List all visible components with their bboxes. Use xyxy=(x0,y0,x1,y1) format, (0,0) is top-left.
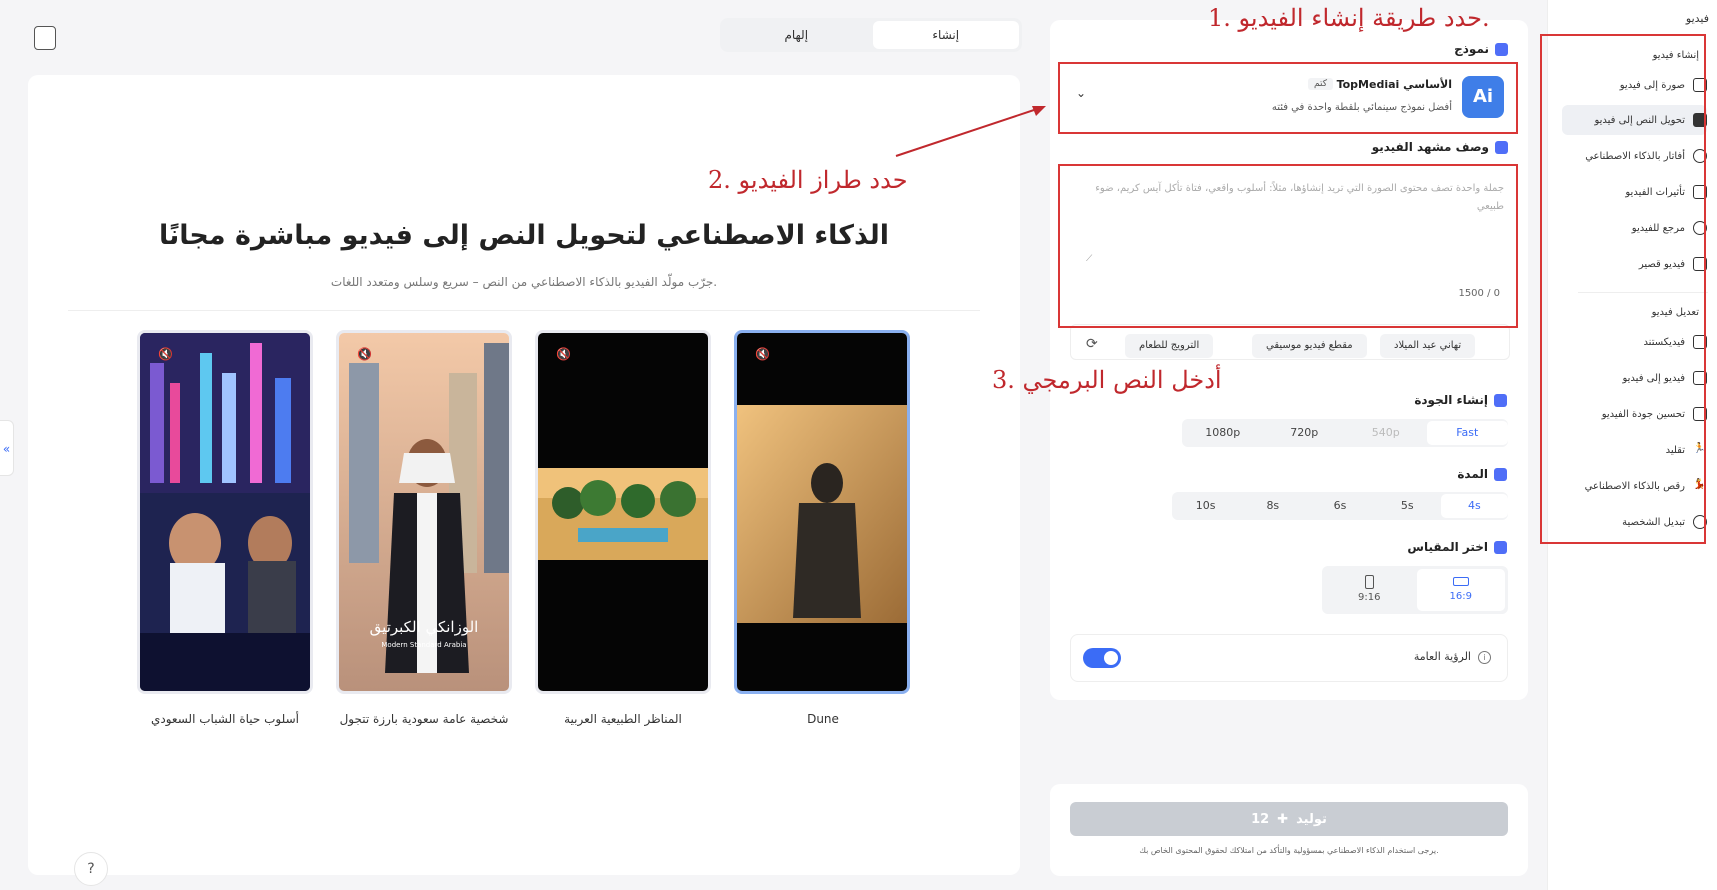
card-label: أسلوب حياة الشباب السعودي xyxy=(151,712,299,726)
tab-create[interactable]: إنشاء xyxy=(872,21,1019,49)
tab-inspiration[interactable]: إلهام xyxy=(723,21,870,49)
ratio-16-9[interactable]: 16:9 xyxy=(1416,569,1505,611)
visibility-label: الرؤية العامة xyxy=(1413,650,1471,663)
annotation-step2: 2. حدد طراز الفيديو xyxy=(708,166,908,194)
mute-icon[interactable]: 🔇 xyxy=(556,347,572,361)
duration-10s[interactable]: 10s xyxy=(1172,494,1239,518)
visibility-row: الرؤية العامة i xyxy=(1070,634,1508,682)
card-overlay-subtitle: Modern Standard Arabia xyxy=(381,641,467,649)
clock-icon xyxy=(1494,467,1507,481)
quality-1080p[interactable]: 1080p xyxy=(1182,421,1264,445)
visibility-toggle[interactable] xyxy=(1083,648,1121,668)
example-card-dune[interactable]: 🔇 xyxy=(734,330,910,694)
sidebar-header: فيديو xyxy=(1685,12,1709,25)
hero-subtitle: جرّب مولّد الفيديو بالذكاء الاصطناعي من … xyxy=(330,275,718,289)
quality-section-title: إنشاء الجودة xyxy=(1414,393,1507,407)
highlight-model xyxy=(1058,62,1518,134)
ratio-9-16[interactable]: 9:16 xyxy=(1325,569,1414,611)
annotation-arrow xyxy=(895,106,1046,157)
disclaimer: يرجى استخدام الذكاء الاصطناعي بمسؤولية و… xyxy=(1139,846,1439,855)
help-icon[interactable]: ? xyxy=(74,852,108,886)
generate-button[interactable]: 12 ✚ توليد xyxy=(1070,802,1508,836)
duration-6s[interactable]: 6s xyxy=(1306,494,1373,518)
divider xyxy=(68,310,980,311)
quality-720p[interactable]: 720p xyxy=(1264,421,1346,445)
example-card-public-figure[interactable]: الوزانكي الكبرتيق Modern Standard Arabia… xyxy=(336,330,512,694)
card-overlay-title: الوزانكي الكبرتيق xyxy=(369,618,479,636)
duration-8s[interactable]: 8s xyxy=(1239,494,1306,518)
duration-segmented: 10s 8s 6s 5s 4s xyxy=(1172,492,1509,520)
generate-panel: 12 ✚ توليد يرجى استخدام الذكاء الاصطناعي ب… xyxy=(1050,784,1528,876)
annotation-step3: 3. أدخل النص البرمجي xyxy=(992,366,1222,394)
ratio-icon xyxy=(1494,540,1507,554)
portrait-icon xyxy=(1364,575,1374,589)
annotation-step1: 1. حدد طريقة إنشاء الفيديو. xyxy=(1208,4,1490,32)
plus-icon: ✚ xyxy=(1277,811,1289,827)
duration-4s[interactable]: 4s xyxy=(1440,494,1509,518)
mute-icon[interactable]: 🔇 xyxy=(755,347,771,361)
top-tabs: إلهام إنشاء xyxy=(720,18,1022,52)
card-label: شخصية عامة سعودية بارزة تتجول xyxy=(339,712,509,726)
quality-540p[interactable]: 540p xyxy=(1345,421,1427,445)
chip-birthday[interactable]: تهاني عيد الميلاد xyxy=(1380,334,1476,358)
highlight-sidebar xyxy=(1540,34,1706,544)
quality-segmented: 1080p 720p 540p Fast xyxy=(1182,419,1508,447)
ratio-segmented: 9:16 16:9 xyxy=(1322,566,1508,614)
chip-food[interactable]: الترويج للطعام xyxy=(1125,334,1214,358)
model-icon xyxy=(1495,42,1508,56)
mute-icon[interactable]: 🔇 xyxy=(158,347,174,361)
example-card-arabian-landscape[interactable]: 🔇 xyxy=(535,330,711,694)
scene-icon xyxy=(1495,140,1508,154)
collapse-sidebar-button[interactable]: « xyxy=(0,420,14,476)
duration-5s[interactable]: 5s xyxy=(1374,494,1441,518)
landscape-icon xyxy=(1452,577,1469,586)
hero-title: الذكاء الاصطناعي لتحويل النص إلى فيديو م… xyxy=(159,220,889,251)
chip-music[interactable]: مقطع فيديو موسيقي xyxy=(1252,334,1367,358)
mute-icon[interactable]: 🔇 xyxy=(357,347,373,361)
scene-section-title: وصف مشهد الفيديو xyxy=(1372,140,1508,154)
model-section-title: نموذج xyxy=(1454,42,1508,56)
highlight-scene xyxy=(1058,164,1518,328)
card-label: المناظر الطبيعية العربية xyxy=(564,712,682,726)
quality-fast[interactable]: Fast xyxy=(1426,421,1508,445)
info-icon[interactable]: i xyxy=(1478,651,1491,664)
example-card-saudi-youth[interactable]: 🔇 xyxy=(137,330,313,694)
quality-icon xyxy=(1494,393,1507,407)
duration-section-title: المدة xyxy=(1457,467,1507,481)
edit-note-icon[interactable] xyxy=(34,26,56,50)
refresh-icon[interactable]: ⟳ xyxy=(1086,336,1098,352)
ratio-section-title: اختر المقياس xyxy=(1407,540,1507,554)
card-label: Dune xyxy=(807,712,839,726)
